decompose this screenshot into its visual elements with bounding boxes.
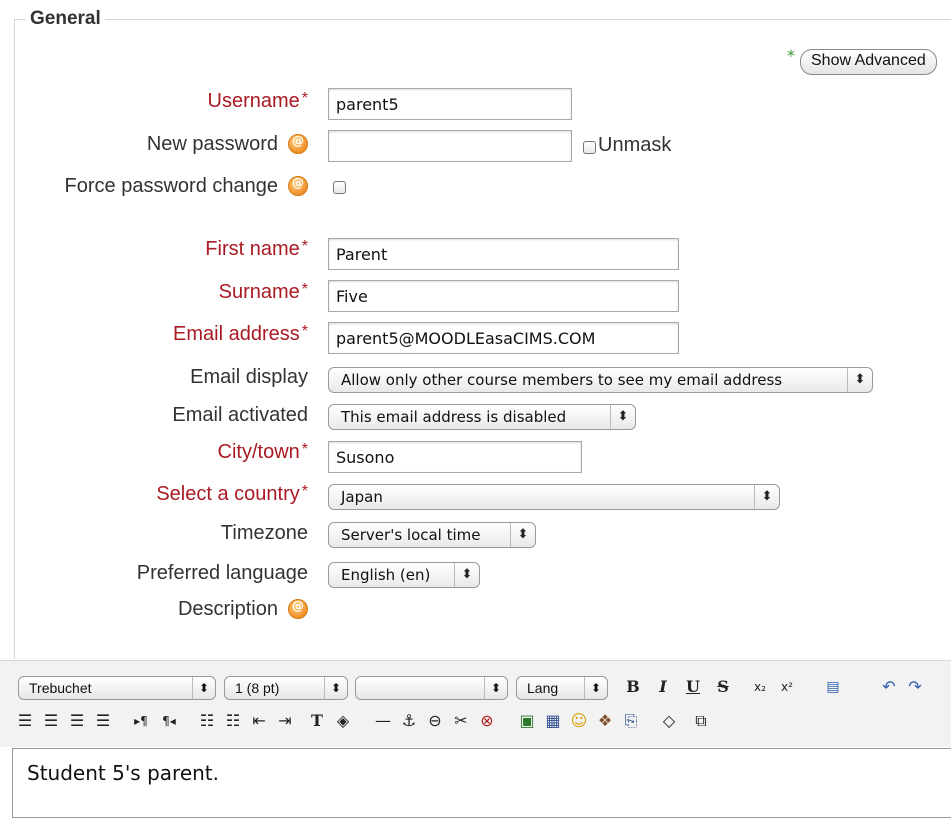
underline-icon[interactable]: U (682, 676, 704, 698)
unmask-checkbox[interactable] (583, 141, 596, 154)
language-label: Preferred language (136, 562, 308, 584)
description-editor[interactable]: Student 5's parent. (12, 748, 951, 818)
select-arrows-icon: ⬍ (484, 677, 507, 699)
media-icon[interactable]: ❖ (594, 710, 616, 732)
background-color-icon[interactable]: ◈ (332, 710, 354, 732)
image-icon[interactable]: ▣ (516, 710, 538, 732)
ltr-icon[interactable]: ▸¶ (130, 710, 152, 732)
html-source-icon[interactable]: ◇ (658, 710, 680, 732)
align-right-icon[interactable]: ☰ (66, 710, 88, 732)
align-center-icon[interactable]: ☰ (40, 710, 62, 732)
email-activated-label: Email activated (172, 404, 308, 426)
country-select[interactable]: Japan ⬍ (328, 484, 780, 510)
strikethrough-icon[interactable]: S (712, 676, 734, 698)
fieldset-left-border (14, 19, 15, 659)
anchor-icon[interactable]: ⚓ (398, 710, 420, 732)
bold-icon[interactable]: B (622, 676, 644, 698)
editor-toolbar (0, 660, 951, 747)
link-icon[interactable]: ⊖ (424, 710, 446, 732)
country-value: Japan (341, 488, 383, 506)
help-icon[interactable] (288, 175, 308, 196)
city-input[interactable]: Susono (328, 441, 582, 473)
country-label: Select a country * (156, 483, 308, 505)
outdent-icon[interactable]: ⇤ (248, 710, 270, 732)
indent-icon[interactable]: ⇥ (274, 710, 296, 732)
unlink-icon[interactable]: ✂ (450, 710, 472, 732)
select-arrows-icon: ⬍ (754, 485, 779, 509)
lang-select[interactable]: Lang ⬍ (516, 676, 608, 700)
italic-icon[interactable]: I (652, 676, 674, 698)
table-icon[interactable]: ▦ (542, 710, 564, 732)
description-label: Description (178, 598, 308, 621)
superscript-icon[interactable]: x² (776, 676, 798, 698)
heading-select[interactable]: ⬍ (355, 676, 508, 700)
font-family-select[interactable]: Trebuchet ⬍ (18, 676, 216, 700)
required-star: * (301, 281, 308, 298)
timezone-select[interactable]: Server's local time ⬍ (328, 522, 536, 548)
timezone-value: Server's local time (341, 526, 481, 544)
select-arrows-icon: ⬍ (324, 677, 347, 699)
email-display-value: Allow only other course members to see m… (341, 371, 783, 389)
username-label: Username * (207, 90, 309, 112)
editor-content[interactable]: Student 5's parent. (27, 761, 219, 785)
select-arrows-icon: ⬍ (610, 405, 635, 429)
language-value: English (en) (341, 566, 431, 584)
email-activated-value: This email address is disabled (341, 408, 567, 426)
help-icon[interactable] (288, 133, 308, 154)
email-activated-select[interactable]: This email address is disabled ⬍ (328, 404, 636, 430)
ordered-list-icon[interactable]: ☷ (196, 710, 218, 732)
required-star: * (301, 238, 308, 255)
first-name-label: First name * (205, 238, 308, 260)
force-password-change-label: Force password change (65, 175, 308, 198)
unordered-list-icon[interactable]: ☷ (222, 710, 244, 732)
advanced-star: * (787, 46, 795, 65)
select-arrows-icon: ⬍ (584, 677, 607, 699)
justify-icon[interactable]: ☰ (92, 710, 114, 732)
nolink-icon[interactable]: ⊗ (476, 710, 498, 732)
select-arrows-icon: ⬍ (847, 368, 872, 392)
subscript-icon[interactable]: x₂ (749, 676, 771, 698)
new-password-label: New password (147, 133, 308, 156)
help-icon[interactable] (288, 598, 308, 619)
email-label: Email address * (173, 323, 308, 345)
fullscreen-icon[interactable]: ⧉ (690, 710, 712, 732)
timezone-label: Timezone (220, 522, 308, 544)
email-display-label: Email display (190, 366, 308, 388)
section-legend: General (26, 8, 105, 30)
required-star: * (301, 323, 308, 340)
required-star: * (301, 483, 308, 500)
smiley-icon[interactable]: ☺ (568, 710, 590, 732)
select-arrows-icon: ⬍ (454, 563, 479, 587)
fieldset-top-border (14, 19, 951, 20)
first-name-input[interactable]: Parent (328, 238, 679, 270)
force-password-change-checkbox[interactable] (333, 181, 346, 194)
text-color-icon[interactable]: T (306, 710, 328, 732)
horizontal-rule-icon[interactable]: — (372, 710, 394, 732)
surname-label: Surname * (218, 281, 308, 303)
required-star: * (301, 90, 308, 107)
surname-input[interactable]: Five (328, 280, 679, 312)
clean-word-icon[interactable]: ▤ (822, 676, 844, 698)
email-input[interactable]: parent5@MOODLEasaCIMS.COM (328, 322, 679, 354)
rtl-icon[interactable]: ¶◂ (158, 710, 180, 732)
city-label: City/town * (217, 441, 308, 463)
paste-icon[interactable]: ⎘ (620, 710, 642, 732)
align-left-icon[interactable]: ☰ (14, 710, 36, 732)
username-input[interactable]: parent5 (328, 88, 572, 120)
required-star: * (301, 441, 308, 458)
unmask-label: Unmask (598, 134, 672, 156)
redo-icon[interactable]: ↷ (904, 676, 926, 698)
language-select[interactable]: English (en) ⬍ (328, 562, 480, 588)
select-arrows-icon: ⬍ (510, 523, 535, 547)
email-display-select[interactable]: Allow only other course members to see m… (328, 367, 873, 393)
font-size-select[interactable]: 1 (8 pt) ⬍ (224, 676, 348, 700)
undo-icon[interactable]: ↶ (878, 676, 900, 698)
show-advanced-button[interactable]: Show Advanced (800, 49, 937, 75)
select-arrows-icon: ⬍ (192, 677, 215, 699)
new-password-input[interactable] (328, 130, 572, 162)
